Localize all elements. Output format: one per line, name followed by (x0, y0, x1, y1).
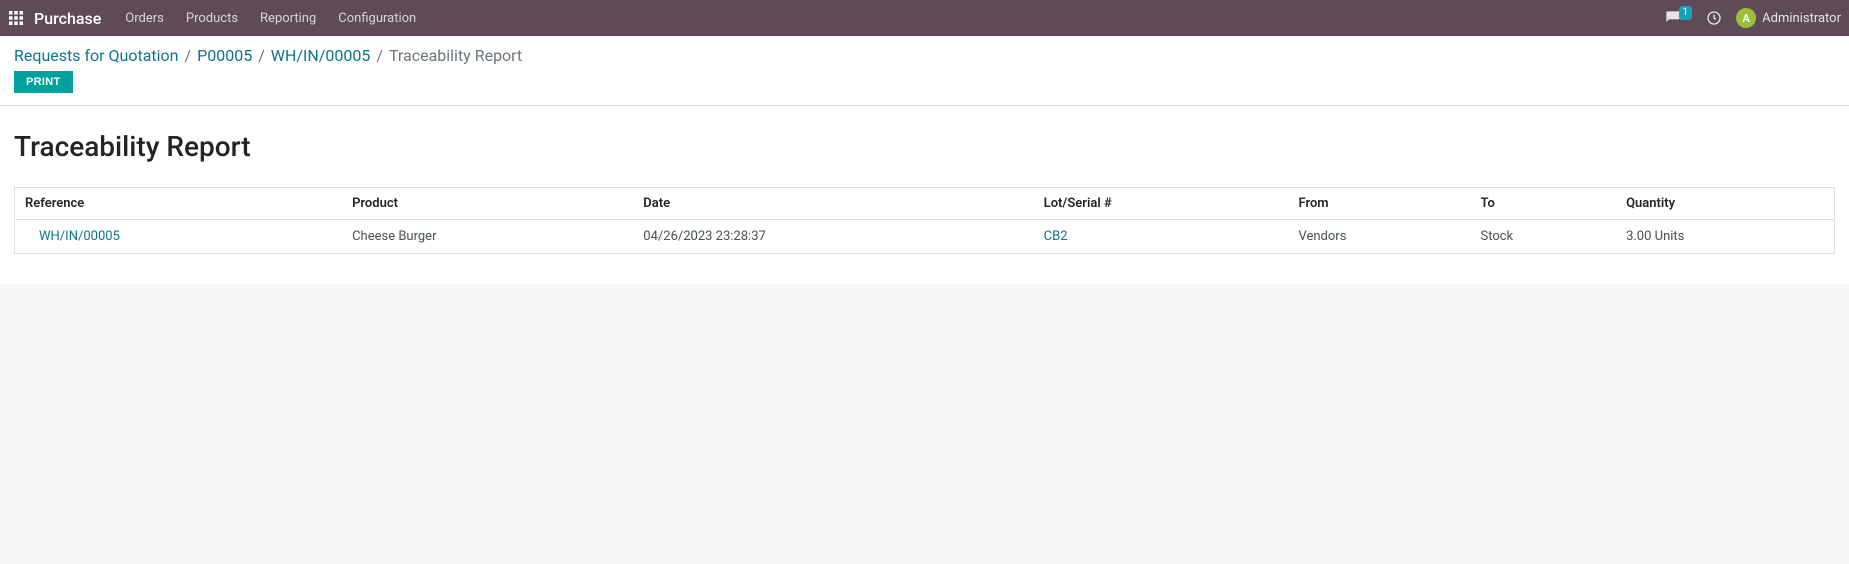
cell-reference: WH/IN/00005 (15, 220, 343, 254)
chat-badge: 1 (1679, 6, 1693, 20)
table-header-row: Reference Product Date Lot/Serial # From… (15, 188, 1835, 220)
nav-item-reporting[interactable]: Reporting (260, 11, 316, 26)
crumb-sep: / (185, 46, 192, 65)
clock-icon (1706, 10, 1722, 26)
cell-lot: CB2 (1034, 220, 1289, 254)
cell-product: Cheese Burger (342, 220, 633, 254)
nav-item-products[interactable]: Products (186, 11, 238, 26)
cell-to: Stock (1470, 220, 1616, 254)
username: Administrator (1762, 11, 1841, 26)
col-from: From (1288, 188, 1470, 220)
breadcrumb: Requests for Quotation / P00005 / WH/IN/… (14, 46, 1835, 65)
col-date: Date (633, 188, 1033, 220)
crumb-transfer[interactable]: WH/IN/00005 (271, 46, 371, 65)
top-navbar: Purchase Orders Products Reporting Confi… (0, 0, 1849, 36)
cell-qty: 3.00 Units (1616, 220, 1834, 254)
page-title: Traceability Report (14, 130, 1835, 163)
crumb-sep: / (258, 46, 265, 65)
avatar: A (1736, 8, 1756, 28)
cell-from: Vendors (1288, 220, 1470, 254)
main-content: Traceability Report Reference Product Da… (0, 106, 1849, 284)
messaging-button[interactable]: 1 (1665, 10, 1693, 26)
print-button[interactable]: PRINT (14, 71, 73, 93)
lot-link[interactable]: CB2 (1044, 229, 1068, 244)
col-qty: Quantity (1616, 188, 1834, 220)
crumb-current: Traceability Report (389, 46, 522, 65)
nav-item-configuration[interactable]: Configuration (338, 11, 416, 26)
col-product: Product (342, 188, 633, 220)
nav-right: 1 A Administrator (1665, 8, 1841, 28)
col-lot: Lot/Serial # (1034, 188, 1289, 220)
crumb-rfq[interactable]: Requests for Quotation (14, 46, 179, 65)
col-to: To (1470, 188, 1616, 220)
apps-icon[interactable] (8, 10, 24, 26)
crumb-order[interactable]: P00005 (197, 46, 252, 65)
empty-area (0, 284, 1849, 564)
table-row: WH/IN/00005 Cheese Burger 04/26/2023 23:… (15, 220, 1835, 254)
traceability-table: Reference Product Date Lot/Serial # From… (14, 187, 1835, 254)
control-panel: Requests for Quotation / P00005 / WH/IN/… (0, 36, 1849, 106)
activities-button[interactable] (1706, 10, 1722, 26)
nav-menu: Orders Products Reporting Configuration (125, 11, 416, 26)
user-menu[interactable]: A Administrator (1736, 8, 1841, 28)
col-reference: Reference (15, 188, 343, 220)
cell-date: 04/26/2023 23:28:37 (633, 220, 1033, 254)
app-brand[interactable]: Purchase (34, 9, 101, 28)
crumb-sep: / (376, 46, 383, 65)
nav-item-orders[interactable]: Orders (125, 11, 164, 26)
reference-link[interactable]: WH/IN/00005 (25, 229, 120, 244)
